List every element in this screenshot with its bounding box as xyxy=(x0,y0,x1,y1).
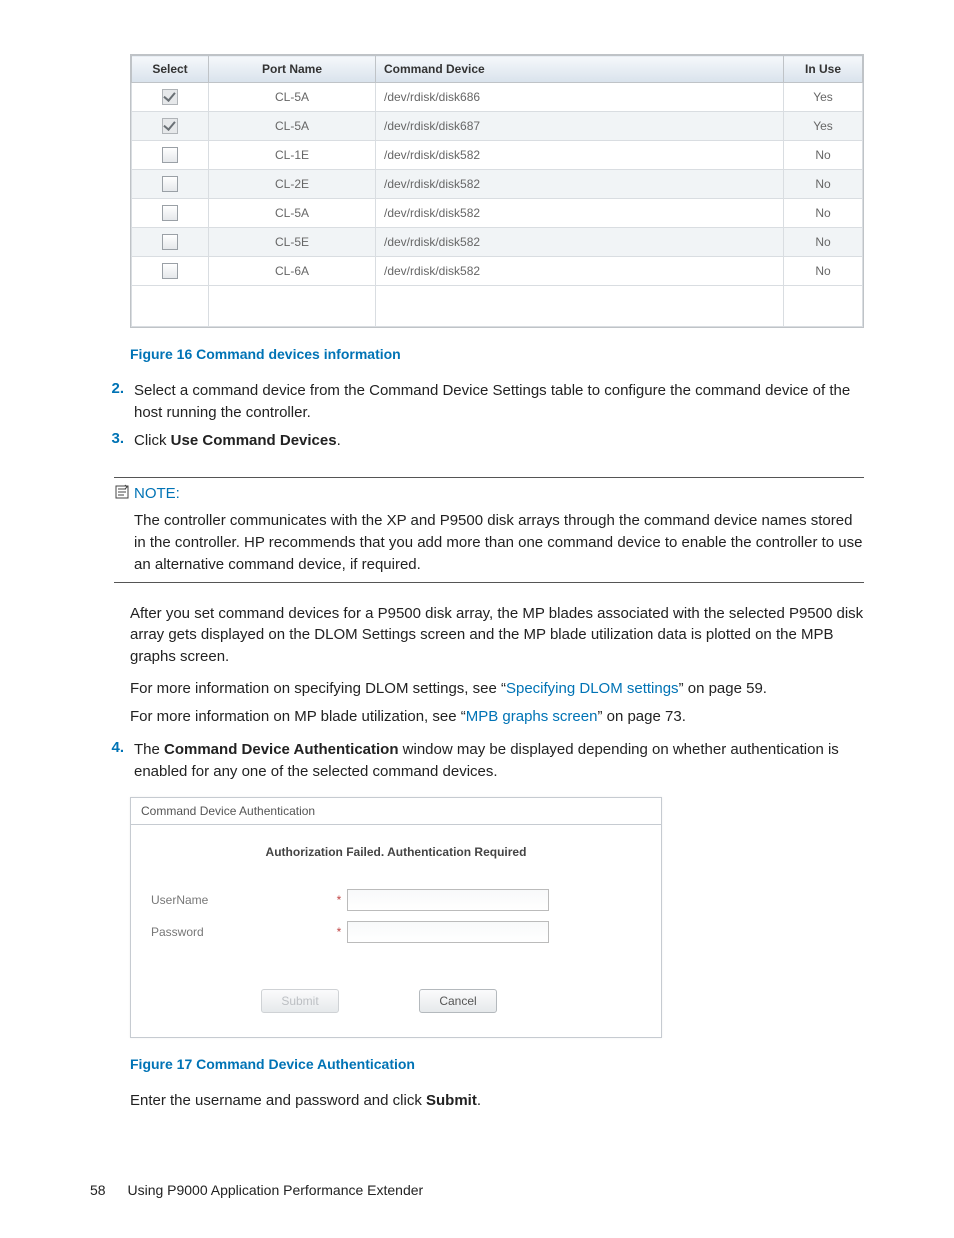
row-checkbox[interactable] xyxy=(162,205,178,221)
step-body: Select a command device from the Command… xyxy=(134,380,864,424)
table-row: CL-1E/dev/rdisk/disk582No xyxy=(132,141,863,170)
text: . xyxy=(337,432,341,449)
command-device-cell: /dev/rdisk/disk582 xyxy=(376,257,784,286)
paragraph: For more information on specifying DLOM … xyxy=(130,678,864,700)
page-number: 58 xyxy=(90,1182,106,1198)
step-body: The Command Device Authentication window… xyxy=(134,739,864,783)
port-name-cell: CL-2E xyxy=(209,170,376,199)
col-device: Command Device xyxy=(376,56,784,83)
port-name-cell: CL-6A xyxy=(209,257,376,286)
command-device-cell: /dev/rdisk/disk686 xyxy=(376,83,784,112)
col-port: Port Name xyxy=(209,56,376,83)
step-number: 4. xyxy=(90,739,134,783)
note-icon xyxy=(114,484,130,504)
password-label: Password xyxy=(151,925,331,939)
command-device-cell: /dev/rdisk/disk582 xyxy=(376,199,784,228)
rule xyxy=(114,477,864,478)
row-checkbox xyxy=(162,89,178,105)
in-use-cell: No xyxy=(784,257,863,286)
bold-text: Use Command Devices xyxy=(171,432,337,449)
username-input[interactable] xyxy=(347,889,549,911)
port-name-cell: CL-5A xyxy=(209,112,376,141)
figure-17-caption: Figure 17 Command Device Authentication xyxy=(130,1056,864,1072)
step-number: 3. xyxy=(90,430,134,452)
col-inuse: In Use xyxy=(784,56,863,83)
note-title: NOTE: xyxy=(134,485,180,502)
port-name-cell: CL-5A xyxy=(209,83,376,112)
port-name-cell: CL-5A xyxy=(209,199,376,228)
cancel-button[interactable]: Cancel xyxy=(419,989,497,1013)
paragraph: After you set command devices for a P950… xyxy=(130,603,864,668)
text: For more information on MP blade utiliza… xyxy=(130,708,466,725)
table-row: CL-2E/dev/rdisk/disk582No xyxy=(132,170,863,199)
password-input[interactable] xyxy=(347,921,549,943)
dialog-message: Authorization Failed. Authentication Req… xyxy=(151,845,641,859)
in-use-cell: Yes xyxy=(784,112,863,141)
step-3: 3. Click Use Command Devices. xyxy=(90,430,864,452)
step-number: 2. xyxy=(90,380,134,424)
step-4: 4. The Command Device Authentication win… xyxy=(90,739,864,783)
username-row: UserName * xyxy=(151,889,641,911)
note-body: The controller communicates with the XP … xyxy=(134,510,864,575)
in-use-cell: No xyxy=(784,170,863,199)
note-block: NOTE: The controller communicates with t… xyxy=(114,469,864,588)
table-footer-row xyxy=(132,286,863,327)
in-use-cell: Yes xyxy=(784,83,863,112)
command-device-cell: /dev/rdisk/disk582 xyxy=(376,228,784,257)
text: . xyxy=(477,1092,481,1109)
text: ” on page 59. xyxy=(679,680,767,697)
password-row: Password * xyxy=(151,921,641,943)
auth-dialog: Command Device Authentication Authorizat… xyxy=(130,797,662,1038)
rule xyxy=(114,582,864,583)
figure-16-caption: Figure 16 Command devices information xyxy=(130,346,864,362)
submit-button[interactable]: Submit xyxy=(261,989,339,1013)
paragraph: For more information on MP blade utiliza… xyxy=(130,706,864,728)
text: Enter the username and password and clic… xyxy=(130,1092,426,1109)
command-device-cell: /dev/rdisk/disk582 xyxy=(376,141,784,170)
table-row: CL-5A/dev/rdisk/disk687Yes xyxy=(132,112,863,141)
command-device-cell: /dev/rdisk/disk687 xyxy=(376,112,784,141)
paragraph: Enter the username and password and clic… xyxy=(130,1090,864,1112)
text: Click xyxy=(134,432,171,449)
dialog-title: Command Device Authentication xyxy=(131,798,661,825)
text: For more information on specifying DLOM … xyxy=(130,680,506,697)
command-device-cell: /dev/rdisk/disk582 xyxy=(376,170,784,199)
required-marker: * xyxy=(331,893,347,907)
table-row: CL-5E/dev/rdisk/disk582No xyxy=(132,228,863,257)
row-checkbox xyxy=(162,118,178,134)
port-name-cell: CL-5E xyxy=(209,228,376,257)
page-footer: 58 Using P9000 Application Performance E… xyxy=(90,1182,864,1198)
row-checkbox[interactable] xyxy=(162,147,178,163)
command-device-table: Select Port Name Command Device In Use C… xyxy=(130,54,864,328)
table-row: CL-6A/dev/rdisk/disk582No xyxy=(132,257,863,286)
bold-text: Command Device Authentication xyxy=(164,741,398,758)
row-checkbox[interactable] xyxy=(162,176,178,192)
port-name-cell: CL-1E xyxy=(209,141,376,170)
row-checkbox[interactable] xyxy=(162,263,178,279)
bold-text: Submit xyxy=(426,1092,477,1109)
table-row: CL-5A/dev/rdisk/disk582No xyxy=(132,199,863,228)
step-2: 2. Select a command device from the Comm… xyxy=(90,380,864,424)
in-use-cell: No xyxy=(784,228,863,257)
table-header-row: Select Port Name Command Device In Use xyxy=(132,56,863,83)
in-use-cell: No xyxy=(784,199,863,228)
link-dlom-settings[interactable]: Specifying DLOM settings xyxy=(506,680,679,697)
required-marker: * xyxy=(331,925,347,939)
table-row: CL-5A/dev/rdisk/disk686Yes xyxy=(132,83,863,112)
in-use-cell: No xyxy=(784,141,863,170)
text: The xyxy=(134,741,164,758)
link-mpb-graphs[interactable]: MPB graphs screen xyxy=(466,708,598,725)
username-label: UserName xyxy=(151,893,331,907)
footer-title: Using P9000 Application Performance Exte… xyxy=(127,1182,423,1198)
text: ” on page 73. xyxy=(597,708,685,725)
step-body: Click Use Command Devices. xyxy=(134,430,864,452)
col-select: Select xyxy=(132,56,209,83)
row-checkbox[interactable] xyxy=(162,234,178,250)
